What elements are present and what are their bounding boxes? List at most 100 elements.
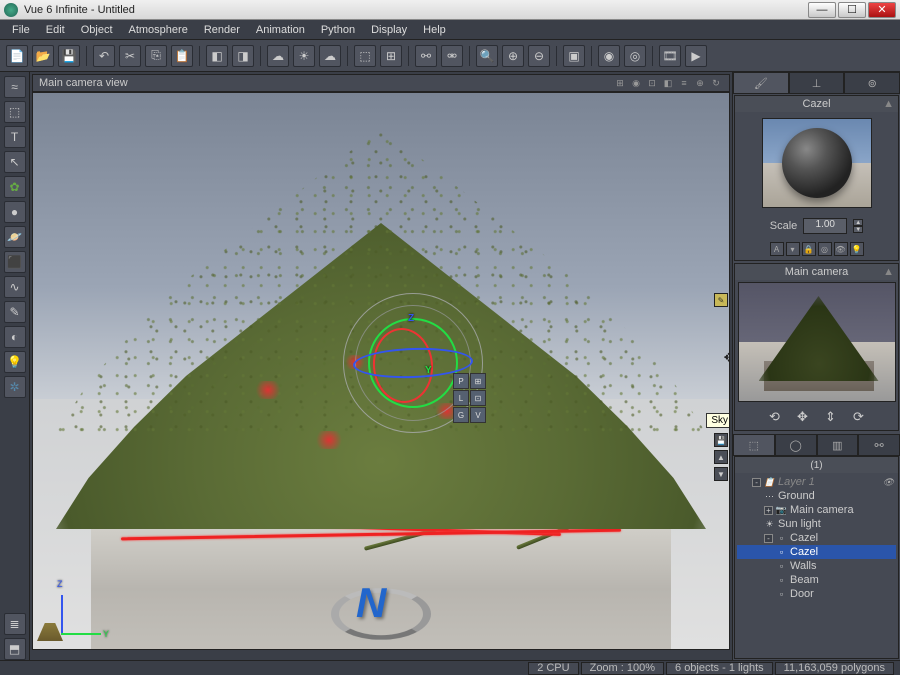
menu-atmosphere[interactable]: Atmosphere bbox=[121, 22, 196, 38]
drop-icon[interactable]: ◐ bbox=[4, 326, 26, 348]
mt-bulb-icon[interactable]: 💡 bbox=[850, 242, 864, 256]
mt-target-icon[interactable]: ◎ bbox=[818, 242, 832, 256]
render-icon[interactable]: ◉ bbox=[598, 45, 620, 67]
gizmo-mode-button[interactable]: ⊡ bbox=[470, 390, 486, 406]
tree-item[interactable]: ▫Beam bbox=[737, 573, 896, 587]
menu-object[interactable]: Object bbox=[73, 22, 121, 38]
viewport-3d[interactable]: Z Y P ⊞ L ⊡ G V Z Y N bbox=[32, 92, 730, 650]
gizmo-mode-button[interactable]: V bbox=[470, 407, 486, 423]
planet-icon[interactable]: 🪐 bbox=[4, 226, 26, 248]
vp-tool-icon[interactable]: ⊕ bbox=[693, 76, 707, 90]
menu-edit[interactable]: Edit bbox=[38, 22, 73, 38]
gizmo-mode-button[interactable]: G bbox=[453, 407, 469, 423]
layers-icon[interactable]: ≣ bbox=[4, 613, 26, 635]
tab-library-icon[interactable]: ▥ bbox=[817, 434, 859, 456]
menu-display[interactable]: Display bbox=[363, 22, 415, 38]
down-arrow-icon[interactable]: ▼ bbox=[714, 467, 728, 481]
scale-down-button[interactable]: ▼ bbox=[853, 226, 863, 233]
gizmo-mode-button[interactable]: P bbox=[453, 373, 469, 389]
search-icon[interactable]: 🔍 bbox=[476, 45, 498, 67]
minimize-button[interactable]: — bbox=[808, 2, 836, 18]
scale-input[interactable]: 1.00 bbox=[803, 218, 847, 234]
link-icon[interactable]: ⚯ bbox=[415, 45, 437, 67]
tab-numeric-icon[interactable]: ⊚ bbox=[844, 72, 900, 94]
pointer-icon[interactable]: ↖ bbox=[4, 151, 26, 173]
mt-eye-icon[interactable]: 👁 bbox=[834, 242, 848, 256]
mt-a-icon[interactable]: A bbox=[770, 242, 784, 256]
select-icon[interactable]: ▣ bbox=[563, 45, 585, 67]
primitive-icon[interactable]: ⬛ bbox=[4, 251, 26, 273]
sun-icon[interactable]: ☀ bbox=[293, 45, 315, 67]
save-icon[interactable]: 💾 bbox=[714, 433, 728, 447]
brush-icon[interactable]: ✎ bbox=[4, 301, 26, 323]
tab-materials-icon[interactable]: ◯ bbox=[775, 434, 817, 456]
import-icon[interactable]: ⬒ bbox=[4, 638, 26, 660]
menu-file[interactable]: File bbox=[4, 22, 38, 38]
vp-tool-icon[interactable]: ⊡ bbox=[645, 76, 659, 90]
mt-lock-icon[interactable]: 🔒 bbox=[802, 242, 816, 256]
orbit-icon[interactable]: ⟲ bbox=[766, 408, 784, 426]
tree-item[interactable]: +📷Main camera bbox=[737, 503, 896, 517]
copy-icon[interactable]: ⎘ bbox=[145, 45, 167, 67]
material-preview[interactable] bbox=[762, 118, 872, 208]
maximize-button[interactable]: ☐ bbox=[838, 2, 866, 18]
render-settings-icon[interactable]: ◎ bbox=[624, 45, 646, 67]
cut-icon[interactable]: ✂ bbox=[119, 45, 141, 67]
tab-brush-icon[interactable]: 🖌 bbox=[733, 72, 789, 94]
eyedropper-icon[interactable]: ✎ bbox=[714, 293, 728, 307]
cube-icon[interactable]: ◧ bbox=[206, 45, 228, 67]
tree-item[interactable]: ☀Sun light bbox=[737, 517, 896, 531]
vp-tool-icon[interactable]: ◉ bbox=[629, 76, 643, 90]
close-button[interactable]: ✕ bbox=[868, 2, 896, 18]
tree-item[interactable]: ⋯Ground bbox=[737, 489, 896, 503]
new-icon[interactable]: 📄 bbox=[6, 45, 28, 67]
visibility-icon[interactable]: 👁 bbox=[883, 477, 894, 488]
mt-dropdown-icon[interactable]: ▾ bbox=[786, 242, 800, 256]
terrain-icon[interactable]: ⬚ bbox=[4, 101, 26, 123]
text-icon[interactable]: T bbox=[4, 126, 26, 148]
box-icon[interactable]: ⬚ bbox=[354, 45, 376, 67]
gizmo-mode-button[interactable]: L bbox=[453, 390, 469, 406]
tree-toggle[interactable]: - bbox=[752, 478, 761, 487]
tree-item[interactable]: ▫Door bbox=[737, 587, 896, 601]
vp-tool-icon[interactable]: ◧ bbox=[661, 76, 675, 90]
tree-item[interactable]: ▫Walls bbox=[737, 559, 896, 573]
atmosphere-icon[interactable]: ☁ bbox=[267, 45, 289, 67]
menu-render[interactable]: Render bbox=[196, 22, 248, 38]
tree-item[interactable]: -▫Cazel bbox=[737, 531, 896, 545]
menu-help[interactable]: Help bbox=[415, 22, 454, 38]
menu-animation[interactable]: Animation bbox=[248, 22, 313, 38]
menu-python[interactable]: Python bbox=[313, 22, 363, 38]
tree-toggle[interactable]: + bbox=[764, 506, 773, 515]
water-icon[interactable]: ≈ bbox=[4, 76, 26, 98]
unlink-icon[interactable]: ⚮ bbox=[441, 45, 463, 67]
film-icon[interactable]: 🎞 bbox=[659, 45, 681, 67]
rotate-icon[interactable]: ⟳ bbox=[850, 408, 868, 426]
cloud-icon[interactable]: ☁ bbox=[319, 45, 341, 67]
tab-objects-icon[interactable]: ⬚ bbox=[733, 434, 775, 456]
zoom-in-icon[interactable]: ⊕ bbox=[502, 45, 524, 67]
zoom-out-icon[interactable]: ⊖ bbox=[528, 45, 550, 67]
rock-icon[interactable]: ● bbox=[4, 201, 26, 223]
tree-toggle[interactable]: - bbox=[764, 534, 773, 543]
cubes-icon[interactable]: ◨ bbox=[232, 45, 254, 67]
scale-up-button[interactable]: ▲ bbox=[853, 219, 863, 226]
save-icon[interactable]: 💾 bbox=[58, 45, 80, 67]
play-icon[interactable]: ▶ bbox=[685, 45, 707, 67]
vp-tool-icon[interactable]: ⊞ bbox=[613, 76, 627, 90]
vp-tool-icon[interactable]: ↻ bbox=[709, 76, 723, 90]
tree-item[interactable]: ▫Cazel bbox=[737, 545, 896, 559]
gizmo-mode-button[interactable]: ⊞ bbox=[470, 373, 486, 389]
paste-icon[interactable]: 📋 bbox=[171, 45, 193, 67]
tab-aspect-icon[interactable]: ⊥ bbox=[789, 72, 845, 94]
dolly-icon[interactable]: ⇕ bbox=[822, 408, 840, 426]
fan-icon[interactable]: ✲ bbox=[4, 376, 26, 398]
up-arrow-icon[interactable]: ▲ bbox=[714, 450, 728, 464]
tab-links-icon[interactable]: ⚯ bbox=[858, 434, 900, 456]
open-icon[interactable]: 📂 bbox=[32, 45, 54, 67]
camera-preview[interactable] bbox=[738, 282, 896, 402]
vp-tool-icon[interactable]: ≡ bbox=[677, 76, 691, 90]
undo-icon[interactable]: ↶ bbox=[93, 45, 115, 67]
tree-item[interactable]: -📋Layer 1👁 bbox=[737, 475, 896, 489]
curve-icon[interactable]: ∿ bbox=[4, 276, 26, 298]
